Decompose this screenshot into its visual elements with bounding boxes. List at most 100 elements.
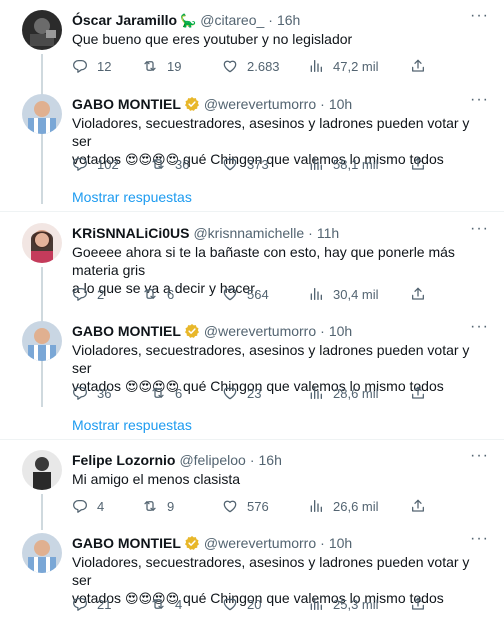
retweet-button[interactable]: 9: [142, 496, 174, 516]
like-button[interactable]: 576: [222, 496, 269, 516]
tweet-text-line: Violadores, secuestradores, asesinos y l…: [72, 342, 470, 376]
share-button[interactable]: [410, 154, 435, 174]
author-name[interactable]: GABO MONTIEL: [72, 96, 181, 112]
timestamp[interactable]: 10h: [329, 323, 352, 339]
author-handle[interactable]: @felipeloo: [179, 452, 245, 468]
author-handle[interactable]: @werevertumorro: [204, 96, 316, 112]
avatar[interactable]: [22, 450, 62, 490]
retweet-count: 36: [175, 156, 190, 172]
like-button[interactable]: 20: [222, 594, 261, 614]
views-icon: [308, 498, 324, 514]
timestamp[interactable]: 16h: [259, 452, 282, 468]
views-icon: [308, 385, 324, 401]
more-icon[interactable]: ···: [470, 531, 488, 551]
timestamp[interactable]: 16h: [277, 12, 300, 28]
author-name[interactable]: GABO MONTIEL: [72, 535, 181, 551]
like-button[interactable]: 373: [222, 154, 269, 174]
reply-tweet[interactable]: Felipe Lozornio @felipeloo · 16h ··· Mi …: [0, 448, 504, 530]
retweet-count: 19: [167, 58, 182, 74]
reply-count: 2: [97, 286, 105, 302]
avatar[interactable]: [22, 223, 62, 263]
views-count: 58,1 mil: [333, 156, 379, 172]
reply-button[interactable]: 12: [72, 56, 111, 76]
action-bar: 2 6 564 30,4 mil: [72, 284, 432, 304]
retweet-button[interactable]: 4: [150, 594, 182, 614]
like-count: 564: [247, 286, 269, 302]
views-button[interactable]: 58,1 mil: [308, 154, 379, 174]
author-handle[interactable]: @werevertumorro: [204, 323, 316, 339]
avatar[interactable]: [22, 321, 62, 361]
author-handle[interactable]: @werevertumorro: [204, 535, 316, 551]
separator: ·: [268, 12, 273, 28]
more-icon[interactable]: ···: [470, 8, 488, 28]
avatar[interactable]: [22, 94, 62, 134]
retweet-button[interactable]: 6: [142, 284, 174, 304]
share-icon: [410, 385, 426, 401]
tweet-text-line: Violadores, secuestradores, asesinos y l…: [72, 115, 470, 149]
author-reply-tweet[interactable]: GABO MONTIEL @werevertumorro · 10h ··· V…: [0, 92, 504, 184]
timestamp[interactable]: 10h: [329, 96, 352, 112]
reply-count: 12: [97, 58, 112, 74]
views-icon: [308, 596, 324, 612]
retweet-button[interactable]: 6: [150, 383, 182, 403]
separator: ·: [320, 323, 325, 339]
like-count: 576: [247, 498, 269, 514]
more-icon[interactable]: ···: [470, 448, 488, 468]
author-handle[interactable]: @krisnnamichelle: [193, 225, 304, 241]
views-button[interactable]: 28,6 mil: [308, 383, 379, 403]
divider: [0, 211, 504, 212]
author-handle[interactable]: @citareo_: [200, 12, 264, 28]
show-replies-link[interactable]: Mostrar respuestas: [72, 417, 192, 433]
share-button[interactable]: [410, 383, 435, 403]
views-count: 28,6 mil: [333, 385, 379, 401]
tweet-header: GABO MONTIEL @werevertumorro · 10h: [72, 533, 352, 553]
timestamp[interactable]: 10h: [329, 535, 352, 551]
reply-button[interactable]: 102: [72, 154, 119, 174]
more-icon[interactable]: ···: [470, 221, 488, 241]
views-button[interactable]: 30,4 mil: [308, 284, 379, 304]
retweet-button[interactable]: 19: [142, 56, 181, 76]
like-icon: [222, 596, 238, 612]
avatar[interactable]: [22, 533, 62, 573]
views-button[interactable]: 47,2 mil: [308, 56, 379, 76]
reply-icon: [72, 385, 88, 401]
thread-line: [41, 494, 43, 530]
avatar[interactable]: [22, 10, 62, 50]
author-reply-tweet[interactable]: GABO MONTIEL @werevertumorro · 10h ··· V…: [0, 531, 504, 620]
like-button[interactable]: 23: [222, 383, 261, 403]
share-button[interactable]: [410, 594, 435, 614]
views-button[interactable]: 25,3 mil: [308, 594, 379, 614]
tweet-header: KRiSNNALiCi0US @krisnnamichelle · 11h: [72, 223, 339, 243]
reply-button[interactable]: 2: [72, 284, 104, 304]
share-button[interactable]: [410, 284, 435, 304]
views-count: 25,3 mil: [333, 596, 379, 612]
author-name[interactable]: Felipe Lozornio: [72, 452, 175, 468]
views-icon: [308, 58, 324, 74]
author-name[interactable]: KRiSNNALiCi0US: [72, 225, 189, 241]
share-button[interactable]: [410, 56, 435, 76]
timestamp[interactable]: 11h: [317, 225, 339, 241]
like-button[interactable]: 564: [222, 284, 269, 304]
views-button[interactable]: 26,6 mil: [308, 496, 379, 516]
tweet-text-line: Goeeee ahora si te la bañaste con esto, …: [72, 244, 455, 278]
reply-button[interactable]: 36: [72, 383, 111, 403]
retweet-button[interactable]: 36: [150, 154, 189, 174]
author-reply-tweet[interactable]: GABO MONTIEL @werevertumorro · 10h ··· V…: [0, 319, 504, 411]
share-button[interactable]: [410, 496, 435, 516]
like-button[interactable]: 2.683: [222, 56, 280, 76]
verified-badge-icon: [184, 535, 200, 551]
reply-button[interactable]: 4: [72, 496, 104, 516]
more-icon[interactable]: ···: [470, 319, 488, 339]
like-icon: [222, 286, 238, 302]
tweet-text-line: Violadores, secuestradores, asesinos y l…: [72, 554, 470, 588]
action-bar: 36 6 23 28,6 mil: [72, 383, 432, 403]
author-name[interactable]: GABO MONTIEL: [72, 323, 181, 339]
more-icon[interactable]: ···: [470, 92, 488, 112]
author-name[interactable]: Óscar Jaramillo: [72, 12, 177, 28]
reply-tweet[interactable]: KRiSNNALiCi0US @krisnnamichelle · 11h ··…: [0, 221, 504, 407]
reply-tweet[interactable]: Óscar Jaramillo 🦕 @citareo_ · 16h ··· Qu…: [0, 8, 504, 204]
tweet-text-line: Mi amigo el menos clasista: [72, 471, 241, 487]
views-count: 47,2 mil: [333, 58, 379, 74]
reply-button[interactable]: 21: [72, 594, 111, 614]
show-replies-link[interactable]: Mostrar respuestas: [72, 189, 192, 205]
